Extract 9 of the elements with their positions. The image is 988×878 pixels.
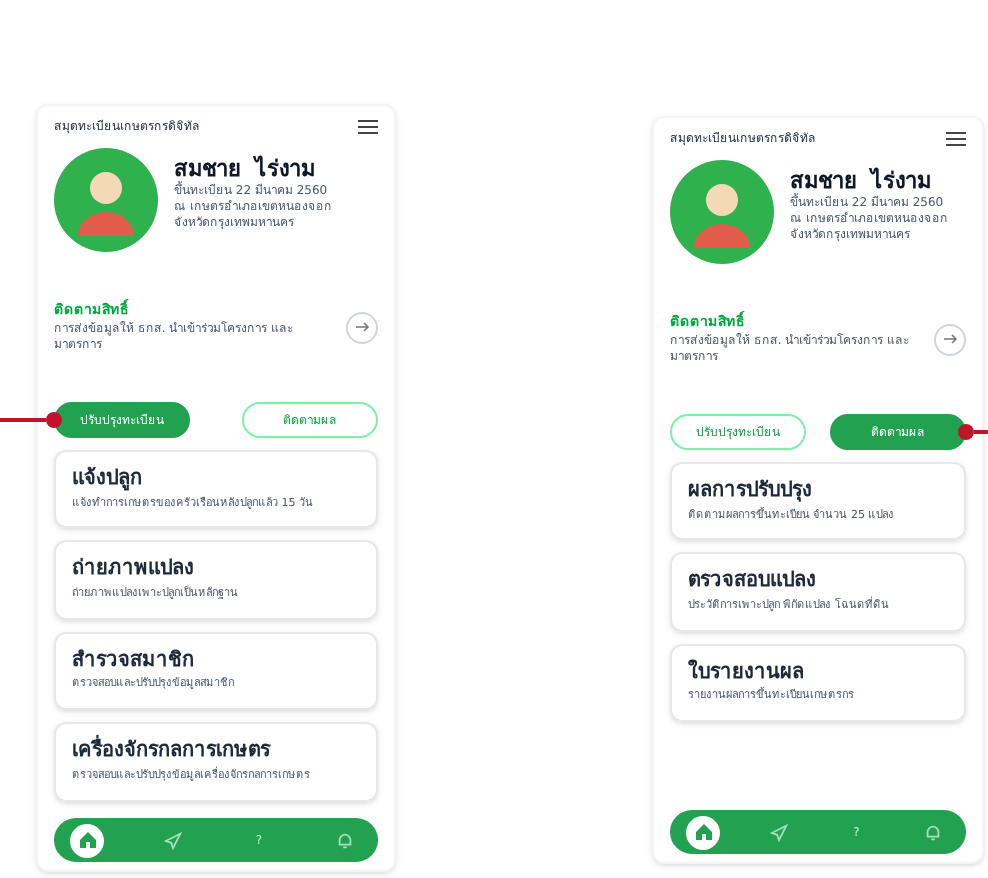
card-title: เครื่องจักรกลการเกษตร	[72, 740, 360, 766]
card-title: ถ่ายภาพแปลง	[72, 558, 196, 584]
card-title: ผลการปรับปรุง	[688, 480, 814, 505]
farmer-name: สมชาย ไร่งาม	[790, 168, 934, 194]
card-title: แจ้งปลูก	[72, 468, 144, 493]
card-title: สำรวจสมาชิก	[72, 649, 196, 675]
card-title: ใบรายงานผล	[688, 661, 806, 687]
card-title: ตรวจสอบแปลง	[688, 570, 818, 596]
farmer-name: สมชาย ไร่งาม	[174, 156, 318, 182]
